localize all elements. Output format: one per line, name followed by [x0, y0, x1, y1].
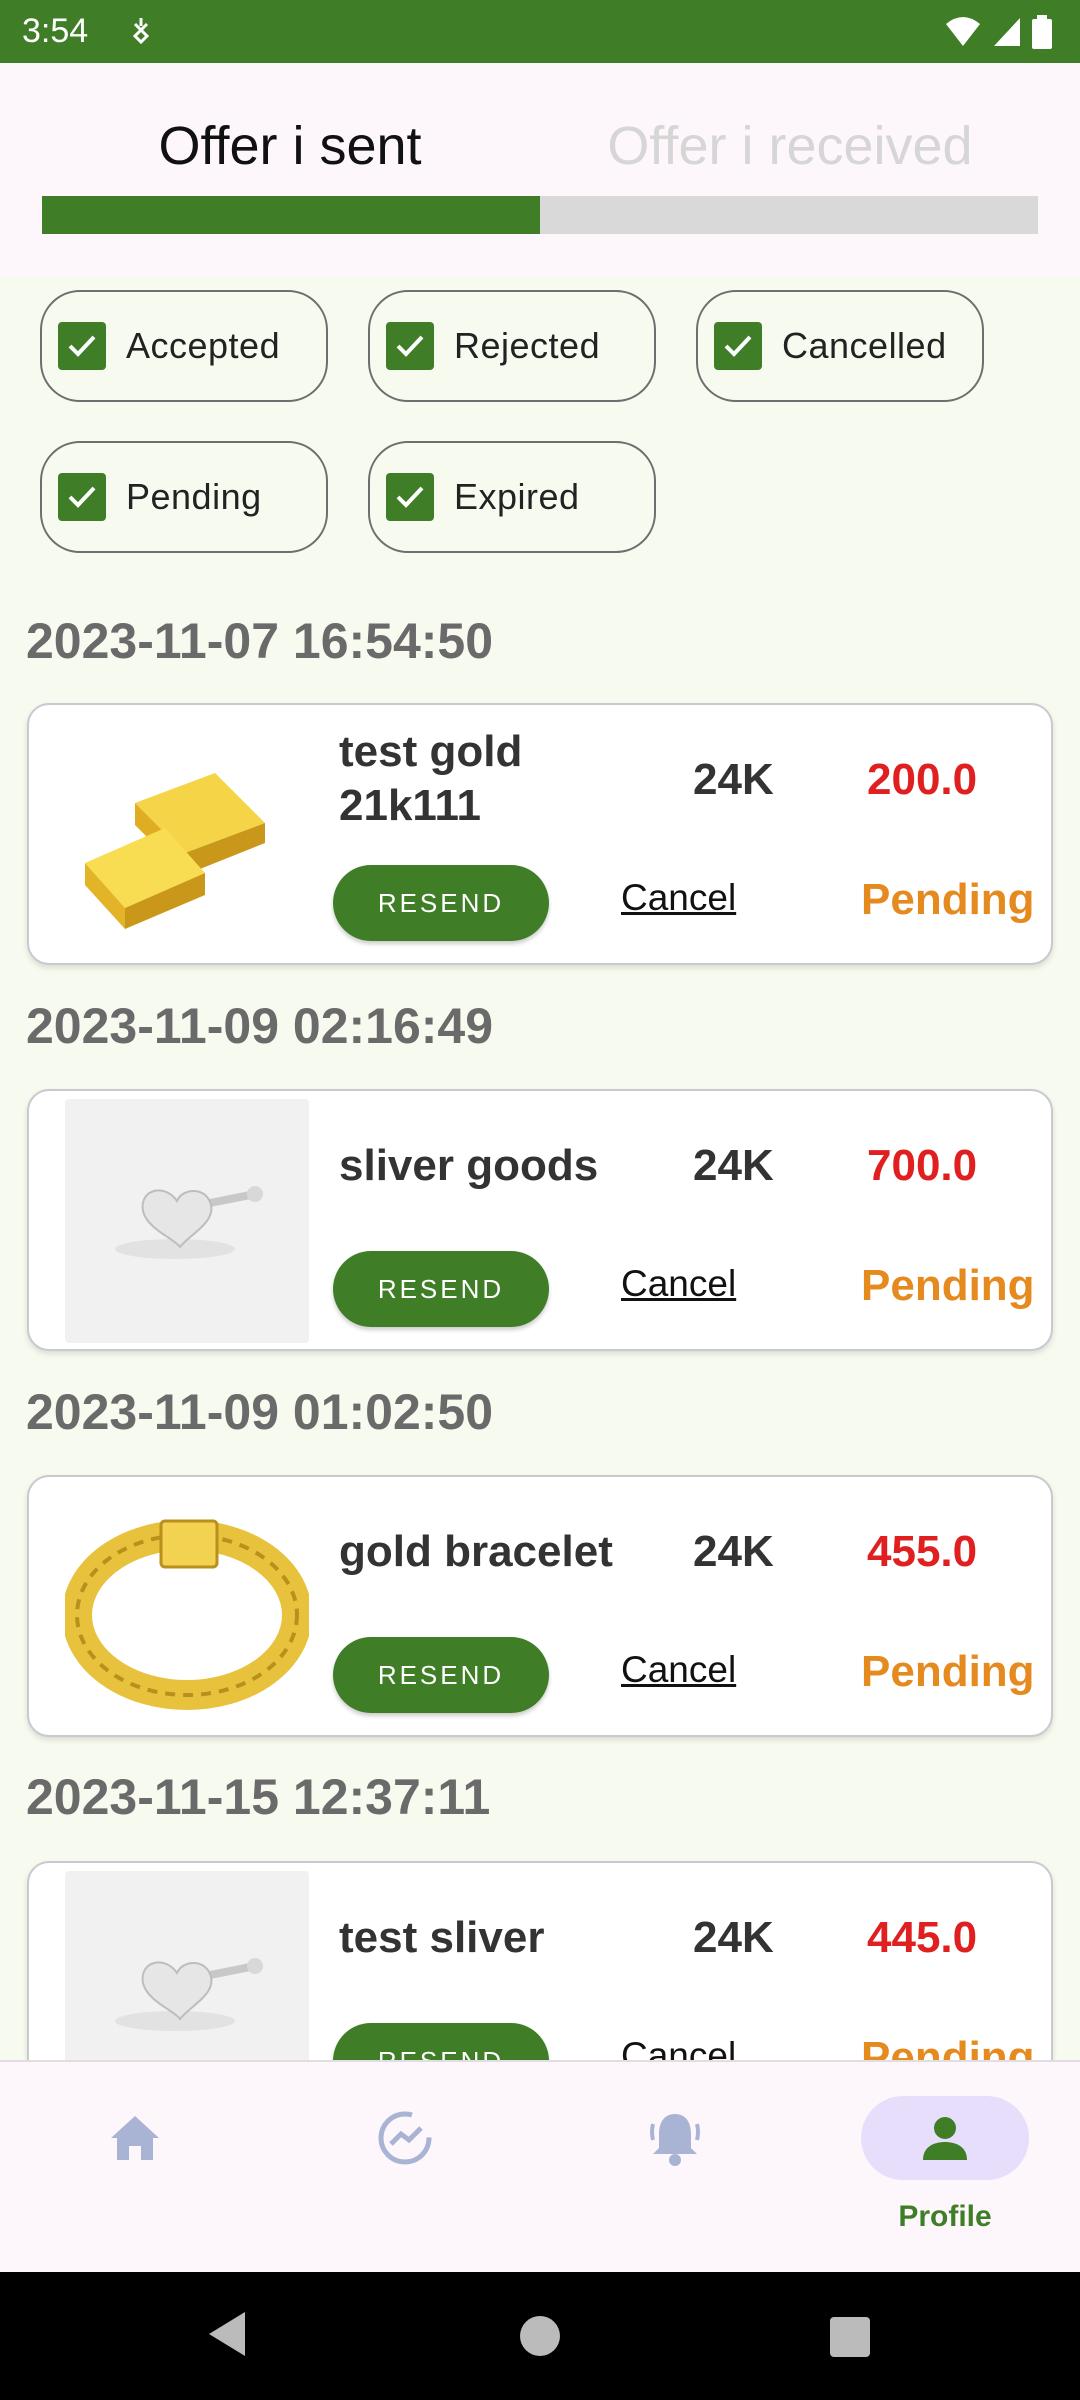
- item-karat: 24K: [693, 755, 774, 804]
- resend-button[interactable]: RESEND: [333, 1637, 549, 1713]
- silver-earring-image: [65, 1099, 309, 1343]
- bottom-navigation: Profile: [0, 2060, 1080, 2272]
- list-clip: test sliver 24K 445.0 RESEND Cancel Pend…: [0, 1850, 1080, 2060]
- tab-track: [42, 196, 1038, 234]
- filter-label: Expired: [454, 476, 580, 517]
- offer-price: 700.0: [867, 1141, 978, 1190]
- nav-item-trend[interactable]: [270, 2062, 540, 2274]
- system-navigation-bar: [0, 2272, 1080, 2400]
- offer-price: 455.0: [867, 1527, 978, 1576]
- offer-price: 200.0: [867, 755, 978, 804]
- item-name: gold bracelet: [339, 1527, 613, 1576]
- home-button-icon[interactable]: [520, 2316, 560, 2356]
- item-karat: 24K: [693, 1141, 774, 1190]
- offer-tabs: Offer i sent Offer i received: [0, 63, 1080, 277]
- tab-offer-sent[interactable]: Offer i sent: [40, 115, 540, 177]
- status-bar: 3:54: [0, 0, 1080, 63]
- gold-bracelet-image: [65, 1485, 309, 1729]
- recent-apps-icon[interactable]: [830, 2317, 870, 2357]
- nav-icon-container: [321, 2096, 489, 2180]
- tab-indicator: [42, 196, 540, 234]
- resend-button[interactable]: RESEND: [333, 865, 549, 941]
- item-name: test gold 21k111: [339, 727, 523, 830]
- home-icon: [111, 2116, 159, 2160]
- offer-status: Pending: [861, 1647, 1035, 1696]
- filter-label: Pending: [126, 476, 262, 517]
- filter-label: Cancelled: [782, 325, 947, 366]
- offer-date: 2023-11-15 12:37:11: [26, 1769, 491, 1825]
- trend-icon: [378, 2111, 432, 2165]
- offer-status: Pending: [861, 875, 1035, 924]
- checkbox-checked-icon[interactable]: [386, 473, 434, 521]
- cancel-link[interactable]: Cancel: [621, 1649, 736, 1691]
- nav-label-profile: Profile: [898, 2200, 992, 2233]
- battery-icon: [1032, 15, 1052, 49]
- gold-bars-image: [65, 713, 309, 957]
- cancel-link[interactable]: Cancel: [621, 877, 736, 919]
- offer-date: 2023-11-09 02:16:49: [26, 998, 494, 1054]
- offer-card[interactable]: gold bracelet 24K 455.0 RESEND Cancel Pe…: [27, 1475, 1053, 1737]
- nav-icon-container: [51, 2096, 219, 2180]
- nav-icon-container: [861, 2096, 1029, 2180]
- status-icons: [944, 12, 1052, 52]
- offer-card[interactable]: test gold 21k111 24K 200.0 RESEND Cancel…: [27, 703, 1053, 965]
- resend-button[interactable]: RESEND: [333, 2023, 549, 2060]
- filter-label: Accepted: [126, 325, 281, 366]
- back-icon[interactable]: [205, 2310, 249, 2358]
- item-name: test sliver: [339, 1913, 545, 1962]
- filter-chip-rejected[interactable]: Rejected: [368, 290, 656, 402]
- filter-chip-cancelled[interactable]: Cancelled: [696, 290, 984, 402]
- cancel-link[interactable]: Cancel: [621, 2035, 736, 2060]
- offer-date: 2023-11-07 16:54:50: [26, 613, 494, 669]
- filter-chip-expired[interactable]: Expired: [368, 441, 656, 553]
- item-karat: 24K: [693, 1527, 774, 1576]
- item-name: sliver goods: [339, 1141, 599, 1190]
- checkbox-checked-icon[interactable]: [386, 322, 434, 370]
- tab-offer-received[interactable]: Offer i received: [540, 115, 1040, 177]
- checkbox-checked-icon[interactable]: [58, 322, 106, 370]
- checkbox-checked-icon[interactable]: [714, 322, 762, 370]
- filter-label: Rejected: [454, 325, 601, 366]
- signal-icon: [994, 18, 1020, 46]
- filter-chip-accepted[interactable]: Accepted: [40, 290, 328, 402]
- nav-item-home[interactable]: [0, 2062, 270, 2274]
- item-karat: 24K: [693, 1913, 774, 1962]
- offer-card[interactable]: test sliver 24K 445.0 RESEND Cancel Pend…: [27, 1861, 1053, 2060]
- checkbox-checked-icon[interactable]: [58, 473, 106, 521]
- person-icon: [923, 2117, 967, 2160]
- silver-earring-image: [65, 1871, 309, 2060]
- nav-item-profile[interactable]: Profile: [810, 2062, 1080, 2274]
- filter-chip-pending[interactable]: Pending: [40, 441, 328, 553]
- status-time: 3:54: [22, 12, 89, 50]
- offer-price: 445.0: [867, 1913, 978, 1962]
- resend-button[interactable]: RESEND: [333, 1251, 549, 1327]
- nav-item-notifications[interactable]: [540, 2062, 810, 2274]
- offer-status: Pending: [861, 1261, 1035, 1310]
- data-sync-icon: [132, 18, 150, 45]
- bell-icon: [650, 2114, 700, 2166]
- offer-status: Pending: [861, 2033, 1035, 2060]
- cancel-link[interactable]: Cancel: [621, 1263, 736, 1305]
- wifi-icon: [946, 17, 980, 46]
- offer-date: 2023-11-09 01:02:50: [26, 1384, 494, 1440]
- offer-card[interactable]: sliver goods 24K 700.0 RESEND Cancel Pen…: [27, 1089, 1053, 1351]
- nav-icon-container: [591, 2096, 759, 2180]
